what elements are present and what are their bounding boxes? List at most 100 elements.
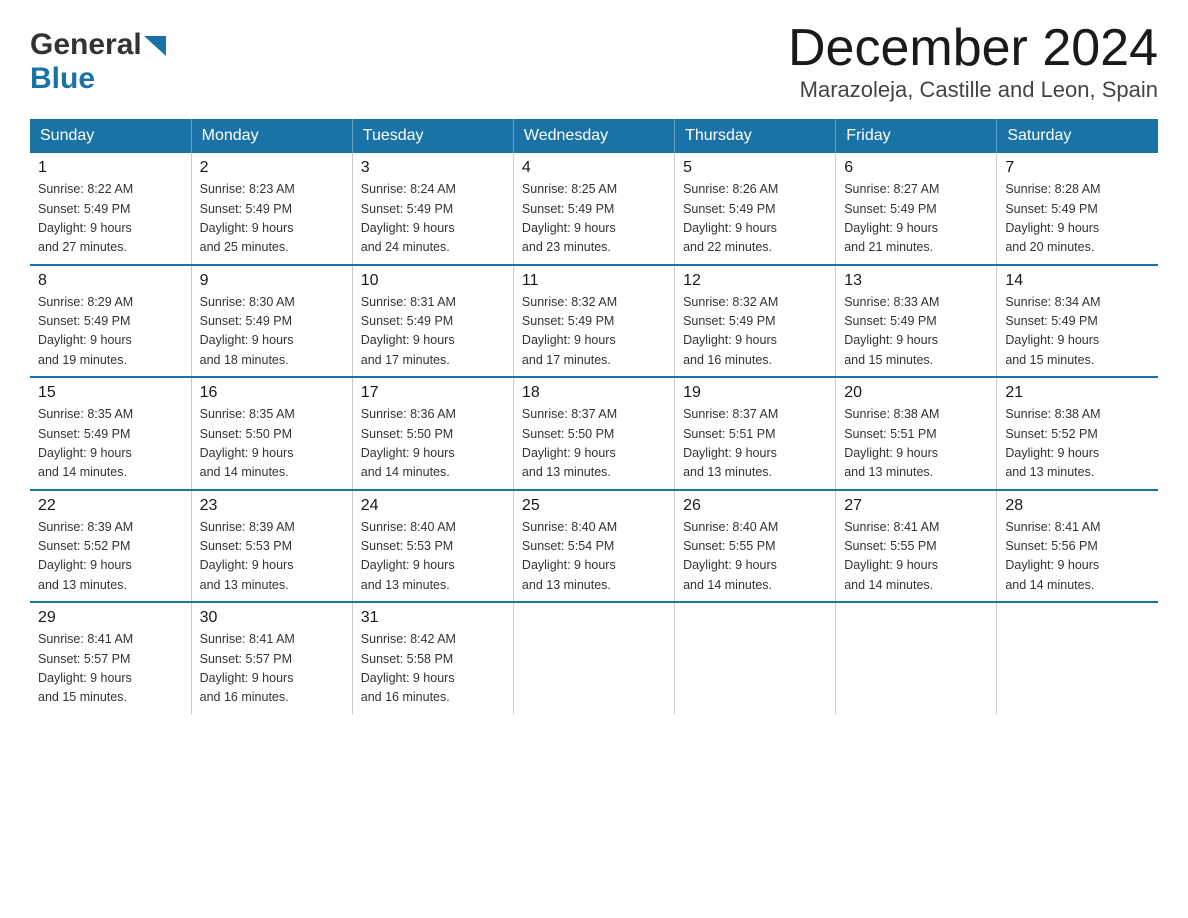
month-title: December 2024 [788,20,1158,77]
calendar-day-cell: 14 Sunrise: 8:34 AMSunset: 5:49 PMDayligh… [997,265,1158,378]
day-number: 20 [844,384,988,402]
calendar-week-row: 22 Sunrise: 8:39 AMSunset: 5:52 PMDayligh… [30,490,1158,603]
weekday-header-sunday: Sunday [30,119,191,153]
day-number: 11 [522,272,666,290]
calendar-day-cell: 19 Sunrise: 8:37 AMSunset: 5:51 PMDayligh… [675,377,836,490]
day-info: Sunrise: 8:34 AMSunset: 5:49 PMDaylight:… [1005,293,1150,371]
calendar-day-cell: 4 Sunrise: 8:25 AMSunset: 5:49 PMDaylight… [513,153,674,265]
calendar-day-cell: 20 Sunrise: 8:38 AMSunset: 5:51 PMDayligh… [836,377,997,490]
calendar-empty-cell [513,602,674,714]
day-number: 9 [200,272,344,290]
weekday-header-row: SundayMondayTuesdayWednesdayThursdayFrid… [30,119,1158,153]
day-info: Sunrise: 8:38 AMSunset: 5:52 PMDaylight:… [1005,405,1150,483]
day-number: 5 [683,159,827,177]
day-number: 4 [522,159,666,177]
logo-general-text: General [30,28,142,62]
day-number: 7 [1005,159,1150,177]
weekday-header-monday: Monday [191,119,352,153]
weekday-header-wednesday: Wednesday [513,119,674,153]
day-info: Sunrise: 8:38 AMSunset: 5:51 PMDaylight:… [844,405,988,483]
calendar-day-cell: 6Sunrise: 8:27 AMSunset: 5:49 PMDaylight… [836,153,997,265]
page-header: General Blue December 2024 Marazoleja, C… [30,20,1158,103]
day-number: 8 [38,272,183,290]
day-info: Sunrise: 8:39 AMSunset: 5:52 PMDaylight:… [38,518,183,596]
calendar-day-cell: 31 Sunrise: 8:42 AMSunset: 5:58 PMDayligh… [352,602,513,714]
calendar-day-cell: 24 Sunrise: 8:40 AMSunset: 5:53 PMDayligh… [352,490,513,603]
day-number: 26 [683,497,827,515]
day-info: Sunrise: 8:33 AMSunset: 5:49 PMDaylight:… [844,293,988,371]
day-number: 18 [522,384,666,402]
day-number: 17 [361,384,505,402]
logo-blue-text: Blue [30,62,95,95]
day-number: 30 [200,609,344,627]
day-number: 19 [683,384,827,402]
day-info: Sunrise: 8:41 AMSunset: 5:57 PMDaylight:… [38,630,183,708]
day-info: Sunrise: 8:32 AMSunset: 5:49 PMDaylight:… [522,293,666,371]
calendar-day-cell: 30 Sunrise: 8:41 AMSunset: 5:57 PMDayligh… [191,602,352,714]
weekday-header-thursday: Thursday [675,119,836,153]
day-info: Sunrise: 8:26 AMSunset: 5:49 PMDaylight:… [683,180,827,258]
calendar-day-cell: 8 Sunrise: 8:29 AMSunset: 5:49 PMDaylight… [30,265,191,378]
day-info: Sunrise: 8:29 AMSunset: 5:49 PMDaylight:… [38,293,183,371]
day-info: Sunrise: 8:37 AMSunset: 5:50 PMDaylight:… [522,405,666,483]
calendar-day-cell: 26 Sunrise: 8:40 AMSunset: 5:55 PMDayligh… [675,490,836,603]
calendar-day-cell: 11 Sunrise: 8:32 AMSunset: 5:49 PMDayligh… [513,265,674,378]
day-number: 31 [361,609,505,627]
day-info: Sunrise: 8:40 AMSunset: 5:55 PMDaylight:… [683,518,827,596]
day-number: 2 [200,159,344,177]
day-info: Sunrise: 8:35 AMSunset: 5:49 PMDaylight:… [38,405,183,483]
day-info: Sunrise: 8:41 AMSunset: 5:57 PMDaylight:… [200,630,344,708]
calendar-day-cell: 18 Sunrise: 8:37 AMSunset: 5:50 PMDayligh… [513,377,674,490]
title-area: December 2024 Marazoleja, Castille and L… [788,20,1158,103]
calendar-week-row: 15 Sunrise: 8:35 AMSunset: 5:49 PMDayligh… [30,377,1158,490]
day-info: Sunrise: 8:36 AMSunset: 5:50 PMDaylight:… [361,405,505,483]
day-number: 16 [200,384,344,402]
calendar-day-cell: 22 Sunrise: 8:39 AMSunset: 5:52 PMDayligh… [30,490,191,603]
calendar-day-cell: 12 Sunrise: 8:32 AMSunset: 5:49 PMDayligh… [675,265,836,378]
calendar-day-cell: 5 Sunrise: 8:26 AMSunset: 5:49 PMDaylight… [675,153,836,265]
calendar-empty-cell [997,602,1158,714]
calendar-day-cell: 27 Sunrise: 8:41 AMSunset: 5:55 PMDayligh… [836,490,997,603]
day-number: 10 [361,272,505,290]
calendar-table: SundayMondayTuesdayWednesdayThursdayFrid… [30,119,1158,714]
calendar-day-cell: 28Sunrise: 8:41 AMSunset: 5:56 PMDayligh… [997,490,1158,603]
day-info: Sunrise: 8:37 AMSunset: 5:51 PMDaylight:… [683,405,827,483]
calendar-day-cell: 7 Sunrise: 8:28 AMSunset: 5:49 PMDaylight… [997,153,1158,265]
day-info: Sunrise: 8:25 AMSunset: 5:49 PMDaylight:… [522,180,666,258]
day-info: Sunrise: 8:31 AMSunset: 5:49 PMDaylight:… [361,293,505,371]
day-info: Sunrise: 8:30 AMSunset: 5:49 PMDaylight:… [200,293,344,371]
calendar-week-row: 1 Sunrise: 8:22 AMSunset: 5:49 PMDaylight… [30,153,1158,265]
day-info: Sunrise: 8:28 AMSunset: 5:49 PMDaylight:… [1005,180,1150,258]
calendar-empty-cell [836,602,997,714]
day-number: 15 [38,384,183,402]
day-info: Sunrise: 8:40 AMSunset: 5:53 PMDaylight:… [361,518,505,596]
day-number: 14 [1005,272,1150,290]
day-info: Sunrise: 8:32 AMSunset: 5:49 PMDaylight:… [683,293,827,371]
calendar-day-cell: 25Sunrise: 8:40 AMSunset: 5:54 PMDayligh… [513,490,674,603]
day-number: 22 [38,497,183,515]
weekday-header-saturday: Saturday [997,119,1158,153]
day-info: Sunrise: 8:42 AMSunset: 5:58 PMDaylight:… [361,630,505,708]
calendar-day-cell: 1 Sunrise: 8:22 AMSunset: 5:49 PMDaylight… [30,153,191,265]
calendar-day-cell: 9 Sunrise: 8:30 AMSunset: 5:49 PMDaylight… [191,265,352,378]
day-number: 24 [361,497,505,515]
calendar-week-row: 8 Sunrise: 8:29 AMSunset: 5:49 PMDaylight… [30,265,1158,378]
day-info: Sunrise: 8:22 AMSunset: 5:49 PMDaylight:… [38,180,183,258]
calendar-day-cell: 3Sunrise: 8:24 AMSunset: 5:49 PMDaylight… [352,153,513,265]
calendar-day-cell: 23 Sunrise: 8:39 AMSunset: 5:53 PMDayligh… [191,490,352,603]
location-subtitle: Marazoleja, Castille and Leon, Spain [788,77,1158,103]
day-info: Sunrise: 8:41 AMSunset: 5:55 PMDaylight:… [844,518,988,596]
day-number: 3 [361,159,505,177]
day-info: Sunrise: 8:23 AMSunset: 5:49 PMDaylight:… [200,180,344,258]
calendar-day-cell: 10 Sunrise: 8:31 AMSunset: 5:49 PMDayligh… [352,265,513,378]
weekday-header-friday: Friday [836,119,997,153]
calendar-week-row: 29 Sunrise: 8:41 AMSunset: 5:57 PMDayligh… [30,602,1158,714]
day-info: Sunrise: 8:40 AMSunset: 5:54 PMDaylight:… [522,518,666,596]
day-number: 27 [844,497,988,515]
calendar-day-cell: 2 Sunrise: 8:23 AMSunset: 5:49 PMDaylight… [191,153,352,265]
day-info: Sunrise: 8:39 AMSunset: 5:53 PMDaylight:… [200,518,344,596]
day-number: 1 [38,159,183,177]
day-number: 23 [200,497,344,515]
day-number: 12 [683,272,827,290]
day-number: 29 [38,609,183,627]
